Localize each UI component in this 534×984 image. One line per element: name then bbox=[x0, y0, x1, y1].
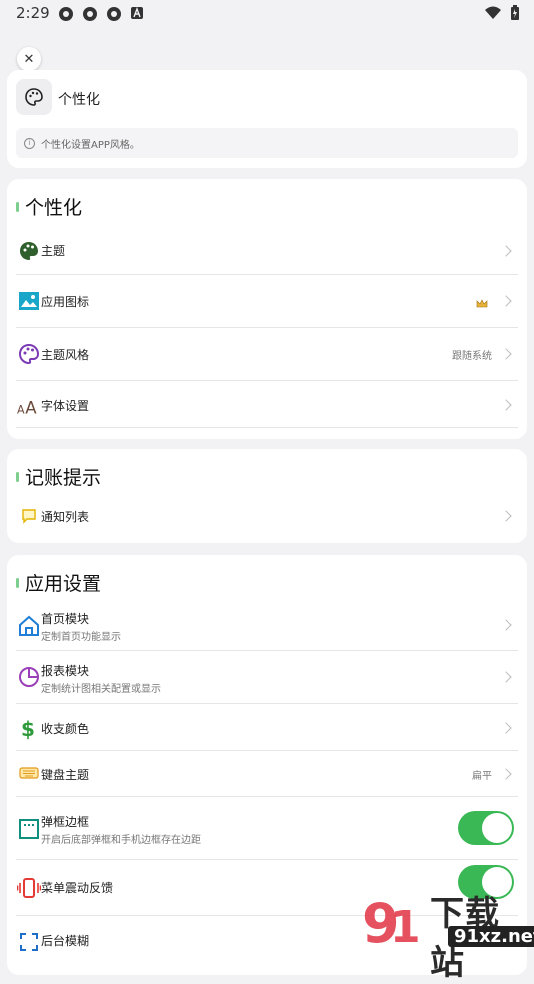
palette-outline-icon bbox=[17, 342, 41, 366]
list-item-theme-style[interactable]: 主题风格 跟随系统 bbox=[16, 328, 518, 381]
item-subtitle: 定制首页功能显示 bbox=[41, 632, 121, 643]
item-label: 通知列表 bbox=[41, 510, 90, 524]
section-personalization: 个性化 主题 应用图标 主题风格 跟随系统 AA 字体设置 bbox=[7, 179, 527, 439]
item-label: 主题 bbox=[41, 244, 66, 258]
item-label: 后台模糊 bbox=[41, 934, 90, 948]
font-size-icon: AA bbox=[17, 393, 41, 417]
info-banner: i 个性化设置APP风格。 bbox=[16, 128, 518, 158]
chevron-right-icon bbox=[500, 722, 512, 734]
app-notification-icon bbox=[83, 7, 97, 21]
watermark: 9 1 下载站 91xz.net bbox=[362, 884, 534, 983]
header-card: 个性化 i 个性化设置APP风格。 bbox=[7, 70, 527, 168]
battery-icon bbox=[511, 5, 519, 20]
chat-bubble-icon bbox=[17, 504, 41, 528]
palette-icon bbox=[16, 79, 52, 115]
list-item-theme[interactable]: 主题 bbox=[16, 228, 518, 275]
blur-icon bbox=[17, 930, 41, 954]
chevron-right-icon bbox=[500, 671, 512, 683]
status-bar: 2:29 bbox=[0, 0, 534, 28]
item-value: 跟随系统 bbox=[452, 351, 492, 362]
vibration-icon bbox=[17, 876, 41, 900]
list-item-keyboard-theme[interactable]: 键盘主题 扁平 bbox=[16, 751, 518, 797]
item-label: 键盘主题 bbox=[41, 768, 90, 782]
item-label: 主题风格 bbox=[41, 348, 90, 362]
info-text: 个性化设置APP风格。 bbox=[41, 139, 140, 151]
svg-text:A: A bbox=[17, 403, 25, 416]
status-notification-icons bbox=[58, 6, 144, 22]
pie-chart-icon bbox=[17, 665, 41, 689]
list-item-income-expense-color[interactable]: $ 收支颜色 bbox=[16, 704, 518, 751]
watermark-site: 91xz.net bbox=[448, 926, 534, 947]
palette-color-icon bbox=[17, 239, 41, 263]
page-title: 个性化 bbox=[58, 92, 100, 108]
item-label: 应用图标 bbox=[41, 295, 90, 309]
item-subtitle: 定制统计图相关配置或显示 bbox=[41, 684, 161, 695]
home-icon bbox=[17, 614, 41, 638]
chevron-right-icon bbox=[500, 399, 512, 411]
section-bookkeeping-tips: 记账提示 通知列表 bbox=[7, 449, 527, 543]
chevron-right-icon bbox=[500, 619, 512, 631]
svg-text:$: $ bbox=[21, 717, 35, 740]
info-icon: i bbox=[24, 137, 35, 149]
close-icon: ✕ bbox=[23, 51, 35, 67]
chevron-right-icon bbox=[500, 768, 512, 780]
chevron-right-icon bbox=[500, 348, 512, 360]
item-value: 扁平 bbox=[472, 771, 492, 782]
dollar-icon: $ bbox=[17, 716, 41, 740]
app-notification-icon bbox=[107, 7, 121, 21]
svg-text:1: 1 bbox=[390, 902, 421, 950]
section-title: 个性化 bbox=[16, 193, 82, 220]
list-item-dialog-border: 弹框边框 开启后底部弹框和手机边框存在边距 bbox=[16, 797, 518, 860]
list-item-font[interactable]: AA 字体设置 bbox=[16, 381, 518, 428]
wifi-icon bbox=[485, 6, 501, 19]
item-label: 菜单震动反馈 bbox=[41, 881, 114, 895]
item-label: 首页模块 bbox=[41, 612, 90, 626]
item-label: 报表模块 bbox=[41, 664, 90, 678]
chevron-right-icon bbox=[500, 295, 512, 307]
section-title: 记账提示 bbox=[16, 463, 101, 490]
image-icon bbox=[17, 289, 41, 313]
list-item-report-module[interactable]: 报表模块 定制统计图相关配置或显示 bbox=[16, 651, 518, 704]
close-button[interactable]: ✕ bbox=[17, 47, 41, 71]
app-notification-icon bbox=[59, 7, 73, 21]
text-a-notification-icon bbox=[131, 7, 143, 19]
keyboard-icon bbox=[17, 761, 41, 785]
item-label: 字体设置 bbox=[41, 399, 90, 413]
section-title: 应用设置 bbox=[16, 569, 101, 596]
crown-icon bbox=[476, 294, 488, 313]
frame-icon bbox=[17, 817, 41, 841]
list-item-home-module[interactable]: 首页模块 定制首页功能显示 bbox=[16, 601, 518, 651]
chevron-right-icon bbox=[500, 245, 512, 257]
item-subtitle: 开启后底部弹框和手机边框存在边距 bbox=[41, 835, 201, 846]
item-label: 收支颜色 bbox=[41, 722, 90, 736]
list-item-notification-list[interactable]: 通知列表 bbox=[16, 500, 518, 532]
list-item-app-icon[interactable]: 应用图标 bbox=[16, 275, 518, 328]
svg-text:A: A bbox=[25, 398, 37, 416]
item-label: 弹框边框 bbox=[41, 815, 90, 829]
status-time: 2:29 bbox=[16, 4, 50, 22]
chevron-right-icon bbox=[500, 510, 512, 522]
dialog-border-toggle[interactable] bbox=[458, 811, 514, 845]
